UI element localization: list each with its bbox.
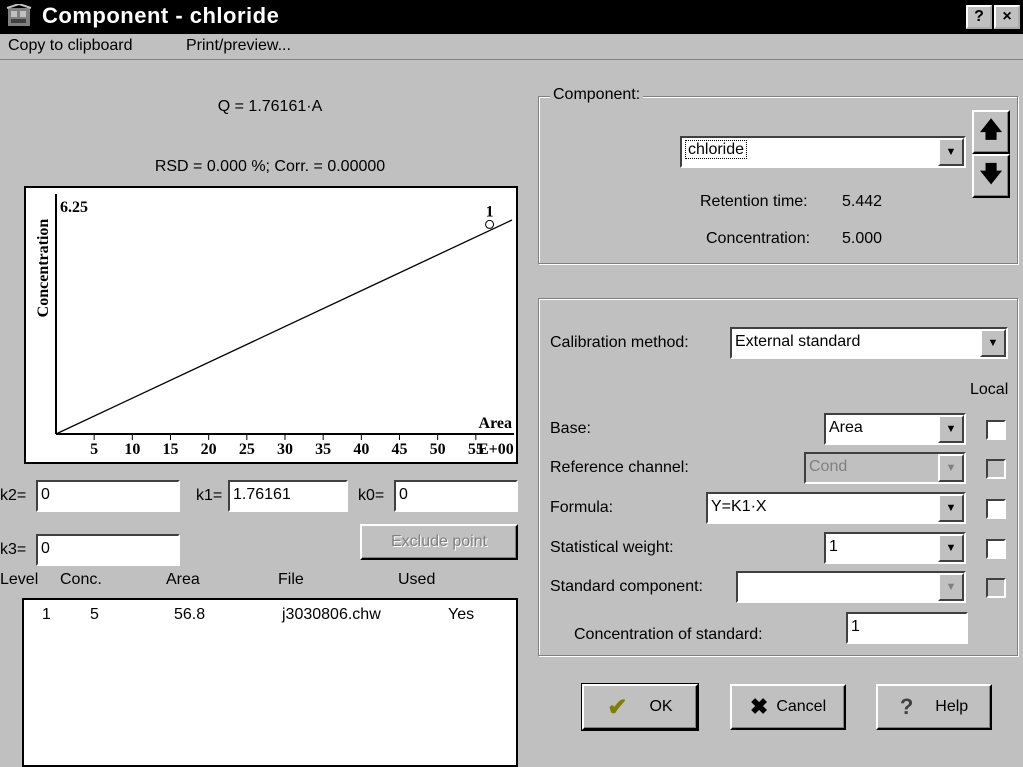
app-icon — [6, 2, 34, 30]
check-icon: ✔ — [607, 693, 628, 721]
chevron-down-icon[interactable]: ▼ — [938, 494, 964, 522]
k0-input[interactable]: 0 — [394, 480, 518, 512]
reference-channel-label: Reference channel: — [550, 459, 689, 476]
formula-select[interactable]: Y=K1·X ▼ — [706, 492, 966, 524]
table-row[interactable]: 1 5 56.8 j3030806.chw Yes — [24, 606, 516, 628]
chevron-down-icon[interactable]: ▼ — [938, 454, 964, 482]
x-tick-label: 15 — [163, 441, 179, 458]
x-tick-label: 10 — [124, 441, 140, 458]
cell-file: j3030806.chw — [282, 606, 381, 623]
formula-local-checkbox[interactable] — [986, 499, 1006, 519]
weight-local-checkbox[interactable] — [986, 539, 1006, 559]
k3-label: k3= — [0, 541, 27, 558]
standard-concentration-input[interactable]: 1 — [846, 612, 968, 644]
data-point-label: 1 — [486, 203, 494, 220]
y-axis-label: Concentration — [35, 219, 52, 318]
cell-level: 1 — [42, 606, 51, 623]
x-tick-label: 45 — [392, 441, 408, 458]
move-up-button[interactable]: 🡅 — [972, 110, 1010, 154]
concentration-label: Concentration: — [706, 230, 811, 247]
base-value: Area — [829, 419, 863, 436]
exclude-point-button[interactable]: Exclude point — [360, 524, 518, 560]
k1-input[interactable]: 1.76161 — [228, 480, 348, 512]
equation-text: Q = 1.76161·A — [217, 98, 323, 115]
x-tick-label: 5 — [90, 441, 98, 458]
standard-concentration-label: Concentration of standard: — [574, 626, 763, 643]
component-select[interactable]: chloride ▼ — [680, 136, 966, 168]
calibration-method-value: External standard — [735, 333, 861, 350]
col-header-used: Used — [398, 571, 436, 588]
statistical-weight-label: Statistical weight: — [550, 539, 674, 556]
formula-value: Y=K1·X — [711, 498, 767, 515]
base-select[interactable]: Area ▼ — [824, 413, 966, 445]
chevron-down-icon[interactable]: ▼ — [938, 138, 964, 166]
close-button[interactable]: × — [994, 5, 1020, 29]
menu-copy-to-clipboard[interactable]: Copy to clipboard — [8, 37, 133, 55]
y-max-label: 6.25 — [60, 199, 88, 216]
help-title-button[interactable]: ? — [966, 5, 992, 29]
calibration-method-select[interactable]: External standard ▼ — [730, 327, 1008, 359]
k2-input[interactable]: 0 — [36, 480, 180, 512]
local-label: Local — [970, 381, 1009, 398]
retention-time-label: Retention time: — [700, 193, 808, 210]
k3-input[interactable]: 0 — [36, 534, 180, 566]
calibration-method-label: Calibration method: — [550, 334, 689, 351]
base-local-checkbox[interactable] — [986, 420, 1006, 440]
statistical-weight-select[interactable]: 1 ▼ — [824, 532, 966, 564]
reference-channel-select[interactable]: Cond ▼ — [804, 452, 966, 484]
stats-text: RSD = 0.000 %; Corr. = 0.00000 — [154, 158, 386, 175]
concentration-value: 5.000 — [842, 230, 883, 247]
x-axis-label: Area — [479, 415, 512, 432]
k0-label: k0= — [358, 487, 385, 504]
col-header-conc: Conc. — [60, 571, 102, 588]
cancel-x-icon: ✖ — [749, 694, 769, 719]
col-header-level: Level — [0, 571, 39, 588]
reference-local-checkbox[interactable] — [986, 459, 1006, 479]
chevron-down-icon[interactable]: ▼ — [980, 329, 1006, 357]
col-header-area: Area — [166, 571, 200, 588]
menu-print-preview[interactable]: Print/preview... — [186, 37, 291, 55]
standard-local-checkbox[interactable] — [986, 578, 1006, 598]
window-title: Component - chloride — [42, 3, 280, 28]
menu-bar: Copy to clipboard Print/preview... — [0, 34, 1023, 60]
chevron-down-icon[interactable]: ▼ — [938, 415, 964, 443]
standard-component-select[interactable]: ▼ — [736, 571, 966, 603]
statistical-weight-value: 1 — [829, 538, 838, 555]
down-arrow-icon: 🡇 — [979, 161, 1003, 186]
ok-button[interactable]: ✔ OK — [581, 683, 699, 731]
cell-conc: 5 — [90, 606, 99, 623]
help-button[interactable]: ? Help — [876, 684, 992, 730]
calibration-points-list[interactable]: 1 5 56.8 j3030806.chw Yes — [22, 598, 518, 767]
x-tick-label: 35 — [315, 441, 331, 458]
cell-used: Yes — [448, 606, 475, 623]
chevron-down-icon[interactable]: ▼ — [938, 534, 964, 562]
base-label: Base: — [550, 420, 591, 437]
standard-component-label: Standard component: — [550, 578, 703, 595]
cell-area: 56.8 — [174, 606, 206, 623]
x-tick-label: 20 — [201, 441, 217, 458]
question-icon: ? — [899, 694, 914, 719]
reference-channel-value: Cond — [809, 458, 848, 475]
cancel-button[interactable]: ✖ Cancel — [730, 684, 846, 730]
x-tick-label: 50 — [430, 441, 446, 458]
x-exponent-label: E+00 — [478, 441, 514, 458]
formula-label: Formula: — [550, 499, 614, 516]
title-bar[interactable]: Component - chloride ? × — [0, 0, 1023, 34]
x-tick-label: 40 — [353, 441, 369, 458]
data-point — [485, 219, 495, 229]
fit-line — [55, 219, 513, 435]
calibration-chart: Concentration 6.25 Area 5 10 15 20 25 30 35 40 4… — [24, 186, 518, 464]
component-group-label: Component: — [550, 86, 644, 104]
x-tick-label: 25 — [239, 441, 255, 458]
k2-label: k2= — [0, 487, 27, 504]
x-tick-label: 30 — [277, 441, 293, 458]
k1-label: k1= — [196, 487, 223, 504]
chevron-down-icon[interactable]: ▼ — [938, 573, 964, 601]
col-header-file: File — [278, 571, 304, 588]
up-arrow-icon: 🡅 — [979, 117, 1003, 142]
retention-time-value: 5.442 — [842, 193, 883, 210]
component-selected-value: chloride — [685, 140, 748, 159]
move-down-button[interactable]: 🡇 — [972, 154, 1010, 198]
